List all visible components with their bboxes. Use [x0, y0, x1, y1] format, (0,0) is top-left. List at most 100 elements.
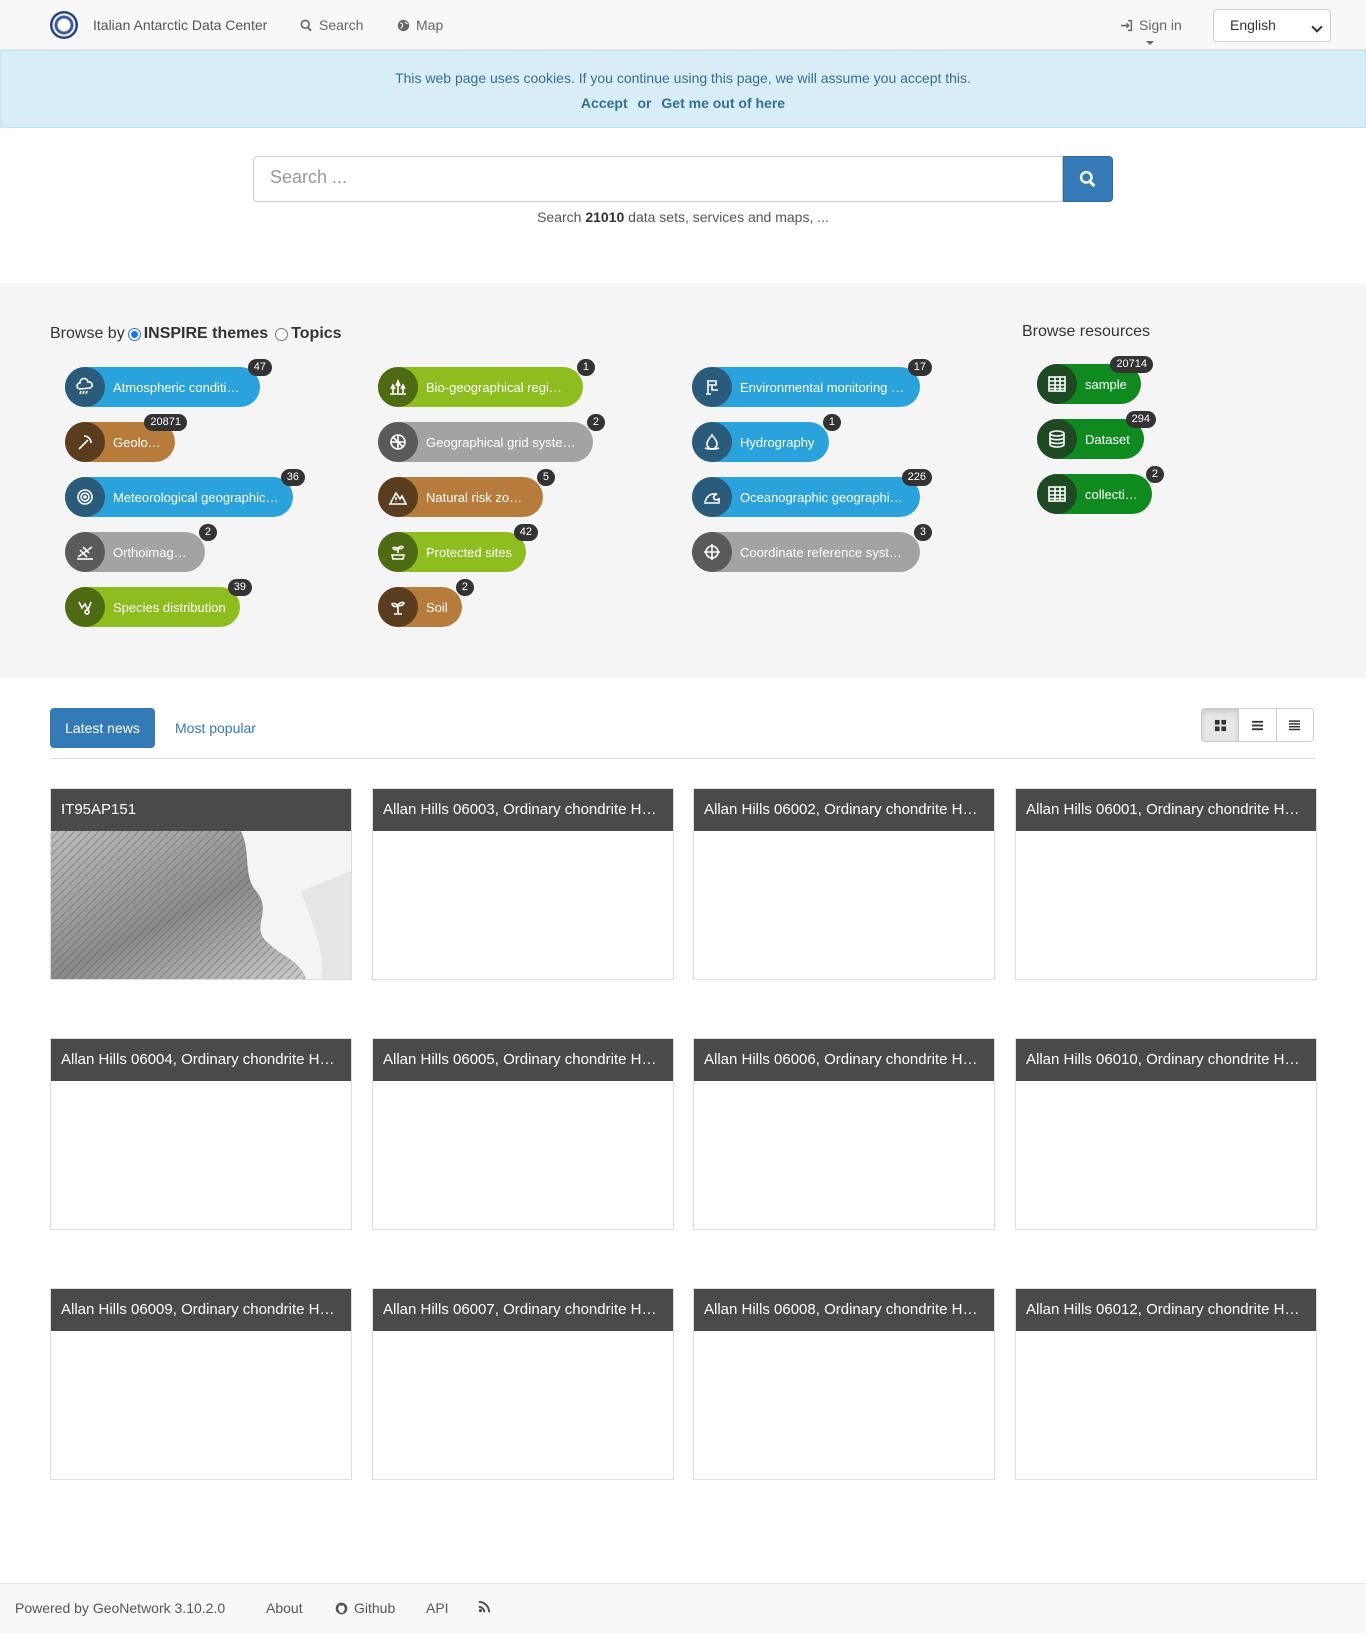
record-card[interactable]: Allan Hills 06012, Ordinary chondrite H…: [1015, 1288, 1317, 1480]
grid-view-button[interactable]: [1201, 708, 1240, 742]
record-card[interactable]: Allan Hills 06008, Ordinary chondrite H…: [693, 1288, 995, 1480]
record-card[interactable]: Allan Hills 06004, Ordinary chondrite H…: [50, 1038, 352, 1230]
radio-inspire-themes[interactable]: [127, 327, 141, 341]
sign-in-label: Sign in: [1139, 17, 1182, 33]
record-card-title[interactable]: Allan Hills 06006, Ordinary chondrite H…: [694, 1039, 994, 1081]
resource-count-badge: 294: [1125, 411, 1156, 428]
theme-monitoring-station[interactable]: Environmental monitoring … 17: [692, 359, 932, 407]
theme-label: Geology: [113, 434, 161, 450]
site-logo[interactable]: [50, 11, 78, 39]
record-card[interactable]: Allan Hills 06005, Ordinary chondrite H…: [372, 1038, 674, 1230]
record-card-title[interactable]: Allan Hills 06001, Ordinary chondrite H…: [1016, 789, 1316, 831]
resource-dataset[interactable]: Dataset 294: [1037, 411, 1156, 459]
nav-map-link[interactable]: Map: [397, 17, 443, 33]
footer-api-link[interactable]: API: [426, 1600, 449, 1616]
record-card-title[interactable]: Allan Hills 06012, Ordinary chondrite H…: [1016, 1289, 1316, 1331]
record-card-title[interactable]: Allan Hills 06004, Ordinary chondrite H…: [51, 1039, 351, 1081]
theme-forest[interactable]: Bio-geographical regions 1: [378, 359, 595, 407]
theme-wave[interactable]: Oceanographic geographi… 226: [692, 469, 932, 517]
theme-count-badge: 3: [913, 524, 932, 541]
compact-list-view-button[interactable]: [1275, 708, 1314, 742]
footer: Powered by GeoNetwork 3.10.2.0 About Git…: [0, 1583, 1366, 1633]
record-card[interactable]: Allan Hills 06010, Ordinary chondrite H…: [1015, 1038, 1317, 1230]
record-card[interactable]: IT95AP151: [50, 788, 352, 980]
resource-sample[interactable]: sample 20714: [1037, 356, 1153, 404]
theme-label: Orthoimagery: [113, 544, 191, 560]
record-card-title[interactable]: Allan Hills 06007, Ordinary chondrite H…: [373, 1289, 673, 1331]
search-bar: Search ...: [253, 156, 1113, 202]
language-select[interactable]: English: [1213, 9, 1331, 42]
resource-label: Dataset: [1085, 431, 1130, 447]
footer-github-label: Github: [354, 1600, 396, 1616]
record-card[interactable]: Allan Hills 06001, Ordinary chondrite H…: [1015, 788, 1317, 980]
cloud-rain-icon: [65, 367, 105, 407]
wave-icon: [692, 477, 732, 517]
theme-protected-plant[interactable]: Protected sites 42: [378, 524, 538, 572]
sign-in-caret-icon[interactable]: [1146, 41, 1154, 45]
record-thumbnail[interactable]: [51, 831, 351, 979]
nav-search-link[interactable]: Search: [300, 17, 363, 33]
theme-satellite[interactable]: Orthoimagery 2: [65, 524, 217, 572]
theme-label: Geographical grid systems: [426, 434, 579, 450]
theme-cloud-rain[interactable]: Atmospheric conditions 47: [65, 359, 272, 407]
theme-count-badge: 47: [247, 359, 272, 376]
cookie-accept-link[interactable]: Accept: [581, 95, 628, 111]
footer-powered-by[interactable]: Powered by GeoNetwork 3.10.2.0: [15, 1600, 225, 1616]
radio-topics[interactable]: [275, 327, 289, 341]
resource-count-badge: 2: [1145, 466, 1164, 483]
theme-count-badge: 1: [822, 414, 841, 431]
theme-label: Natural risk zones: [426, 489, 529, 505]
record-card[interactable]: Allan Hills 06007, Ordinary chondrite H…: [372, 1288, 674, 1480]
footer-rss-link[interactable]: [478, 1600, 491, 1613]
record-card-title[interactable]: Allan Hills 06009, Ordinary chondrite H…: [51, 1289, 351, 1331]
theme-label: Species distribution: [113, 599, 226, 615]
site-name-link[interactable]: Italian Antarctic Data Center: [93, 17, 267, 33]
record-card-title[interactable]: Allan Hills 06010, Ordinary chondrite H…: [1016, 1039, 1316, 1081]
cookie-message: This web page uses cookies. If you conti…: [395, 70, 971, 86]
tab-most-popular[interactable]: Most popular: [175, 720, 256, 736]
cookie-or-text: or: [637, 95, 652, 111]
theme-count-badge: 1: [576, 359, 595, 376]
github-icon: [335, 1602, 348, 1614]
search-input[interactable]: Search ...: [253, 156, 1063, 202]
monitoring-station-icon: [692, 367, 732, 407]
resource-collection[interactable]: collection 2: [1037, 466, 1164, 514]
search-button[interactable]: [1063, 156, 1113, 202]
record-card-title[interactable]: Allan Hills 06008, Ordinary chondrite H…: [694, 1289, 994, 1331]
record-card-title[interactable]: Allan Hills 06002, Ordinary chondrite H…: [694, 789, 994, 831]
record-card-title[interactable]: IT95AP151: [51, 789, 351, 831]
record-card[interactable]: Allan Hills 06006, Ordinary chondrite H…: [693, 1038, 995, 1230]
compact-list-icon: [1289, 719, 1301, 730]
record-card-title[interactable]: Allan Hills 06005, Ordinary chondrite H…: [373, 1039, 673, 1081]
theme-water-drop[interactable]: Hydrography 1: [692, 414, 841, 462]
resource-label: collection: [1085, 486, 1138, 502]
theme-count-badge: 39: [227, 579, 252, 596]
footer-github-link[interactable]: Github: [335, 1600, 395, 1616]
theme-count-badge: 42: [513, 524, 538, 541]
topics-label[interactable]: Topics: [291, 325, 341, 343]
tab-latest-news[interactable]: Latest news: [50, 708, 155, 748]
list-view-button[interactable]: [1238, 708, 1277, 742]
record-card[interactable]: Allan Hills 06002, Ordinary chondrite H…: [693, 788, 995, 980]
theme-grid-globe[interactable]: Geographical grid systems 2: [378, 414, 605, 462]
forest-icon: [378, 367, 418, 407]
pickaxe-icon: [65, 422, 105, 462]
record-card-title[interactable]: Allan Hills 06003, Ordinary chondrite H…: [373, 789, 673, 831]
sign-in-link[interactable]: Sign in: [1120, 17, 1182, 33]
theme-species[interactable]: Species distribution 39: [65, 579, 252, 627]
footer-about-link[interactable]: About: [266, 1600, 303, 1616]
grid-globe-icon: [378, 422, 418, 462]
theme-count-badge: 2: [198, 524, 217, 541]
record-card[interactable]: Allan Hills 06003, Ordinary chondrite H…: [372, 788, 674, 980]
cookie-leave-link[interactable]: Get me out of here: [661, 95, 785, 111]
inspire-themes-label[interactable]: INSPIRE themes: [144, 325, 268, 343]
browse-by-selector: Browse by INSPIRE themes Topics: [50, 325, 342, 343]
theme-mountain-alert[interactable]: Natural risk zones 5: [378, 469, 555, 517]
theme-sprout[interactable]: Soil 2: [378, 579, 474, 627]
theme-crosshair[interactable]: Coordinate reference syst… 3: [692, 524, 932, 572]
theme-weather-radar[interactable]: Meteorological geographic… 36: [65, 469, 305, 517]
theme-label: Bio-geographical regions: [426, 379, 569, 395]
theme-pickaxe[interactable]: Geology 20871: [65, 414, 187, 462]
theme-count-badge: 2: [586, 414, 605, 431]
record-card[interactable]: Allan Hills 06009, Ordinary chondrite H…: [50, 1288, 352, 1480]
